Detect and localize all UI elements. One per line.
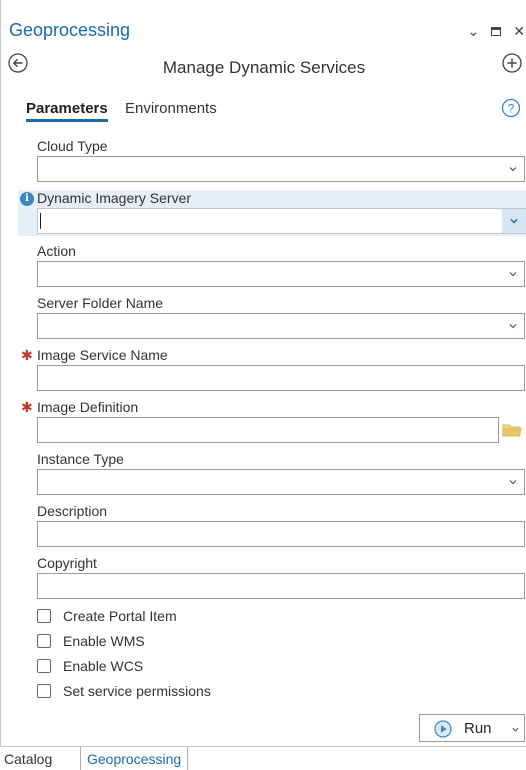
copyright-input[interactable]	[37, 573, 525, 599]
action-dropdown[interactable]	[37, 261, 525, 287]
chevron-down-icon	[509, 167, 517, 172]
checkbox-box[interactable]	[37, 684, 51, 698]
run-label: Run	[464, 720, 492, 737]
tool-title: Manage Dynamic Services	[162, 58, 366, 77]
chevron-down-icon	[509, 324, 517, 329]
checkbox-label: Set service permissions	[63, 683, 211, 699]
cloud-type-dropdown[interactable]	[37, 156, 525, 182]
param-label: Image Service Name	[37, 347, 168, 363]
checkbox-label: Enable WMS	[63, 633, 145, 649]
info-icon[interactable]: i	[20, 192, 34, 206]
param-label: Server Folder Name	[37, 295, 164, 311]
dynamic-imagery-server-dropdown[interactable]	[37, 208, 526, 234]
tab-parameters[interactable]: Parameters	[26, 100, 108, 122]
checkbox-box[interactable]	[37, 609, 51, 623]
param-label: Cloud Type	[37, 138, 108, 154]
param-label: Description	[37, 503, 108, 519]
param-label: Instance Type	[37, 451, 124, 467]
close-icon[interactable]: ✕	[513, 24, 525, 38]
tab-geoprocessing[interactable]: Geoprocessing	[80, 747, 189, 770]
chevron-down-icon[interactable]	[511, 725, 520, 734]
checkbox-box[interactable]	[37, 634, 51, 648]
param-label: Copyright	[37, 555, 97, 571]
required-asterisk: ✱	[21, 399, 33, 415]
image-definition-input[interactable]	[37, 417, 499, 443]
text-cursor	[40, 213, 41, 229]
chevron-down-icon	[509, 272, 517, 277]
plus-circle-icon[interactable]	[501, 52, 523, 74]
folder-icon[interactable]	[501, 421, 523, 439]
checkbox-label: Create Portal Item	[63, 608, 177, 624]
geoprocessing-pane: Geoprocessing ⌄ ✕ Manage Dynamic Service…	[0, 0, 526, 746]
param-label: Action	[37, 243, 76, 259]
help-icon[interactable]: ?	[501, 98, 521, 118]
required-asterisk: ✱	[21, 347, 33, 363]
param-label: Image Definition	[37, 399, 139, 415]
description-input[interactable]	[37, 521, 525, 547]
tab-catalog[interactable]: Catalog	[0, 751, 56, 767]
dropdown-button[interactable]	[502, 209, 526, 233]
tool-header: Manage Dynamic Services	[1, 52, 526, 82]
window-controls: ⌄ ✕	[468, 24, 525, 38]
pin-dropdown-icon[interactable]: ⌄	[468, 24, 480, 38]
svg-text:?: ?	[508, 102, 515, 116]
checkbox-box[interactable]	[37, 659, 51, 673]
image-service-name-input[interactable]	[37, 365, 525, 391]
tab-environments[interactable]: Environments	[125, 100, 217, 117]
param-label: Dynamic Imagery Server	[37, 190, 192, 206]
chevron-down-icon	[510, 218, 518, 224]
pane-title: Geoprocessing	[9, 20, 131, 40]
instance-type-dropdown[interactable]	[37, 469, 525, 495]
tool-tabs: Parameters Environments ?	[1, 96, 526, 126]
run-button[interactable]: Run	[419, 714, 525, 742]
server-folder-name-dropdown[interactable]	[37, 313, 525, 339]
pane-titlebar: Geoprocessing ⌄ ✕	[1, 0, 526, 44]
checkbox-label: Enable WCS	[63, 658, 144, 674]
bottom-tab-bar: Catalog Geoprocessing	[0, 746, 526, 770]
maximize-icon[interactable]	[491, 26, 502, 36]
play-icon	[434, 720, 452, 738]
chevron-down-icon	[509, 480, 517, 485]
